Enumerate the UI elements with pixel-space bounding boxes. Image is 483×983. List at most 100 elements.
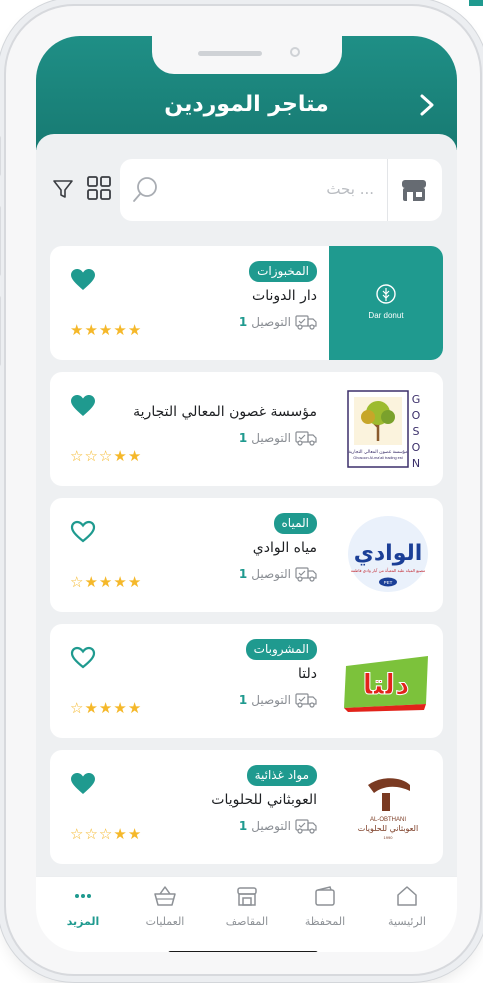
- delivery-label: التوصيل: [251, 819, 291, 833]
- nav-item-operations[interactable]: العمليات: [125, 885, 205, 928]
- chevron-right-icon[interactable]: [415, 91, 439, 119]
- ghosoon-logo-letter: G: [412, 393, 421, 406]
- delivery-label: التوصيل: [251, 431, 291, 445]
- alwadi-logo-tagline: مصنع المياه علبة المعبأة من آبار وادي فا…: [351, 567, 425, 573]
- star-filled-icon: ★: [127, 825, 142, 843]
- heart-filled-icon[interactable]: [70, 268, 96, 292]
- sweets-logo: AL-OBTHANI العوبثاني للحلويات 1990: [358, 778, 418, 840]
- al-obthani-logo-text-ar: العوبثاني للحلويات: [358, 824, 418, 833]
- heart-outline-icon[interactable]: [70, 520, 96, 544]
- ghosoon-logo-caption: مؤسسة غصون المعالي التجارية: [348, 450, 408, 455]
- delivery-count: 1: [238, 431, 248, 445]
- wheat-icon: Dar donut: [368, 284, 404, 320]
- star-empty-icon: ☆: [70, 825, 84, 843]
- star-empty-icon: ☆: [84, 447, 98, 465]
- star-empty-icon: ☆: [70, 699, 84, 717]
- nav-label: الرئيسية: [388, 915, 426, 928]
- star-filled-icon: ★: [84, 699, 98, 717]
- delivery-info: التوصيل 1: [117, 818, 317, 834]
- alwadi-logo-sub: PET: [384, 580, 393, 585]
- delta-logo: دلتا: [329, 624, 443, 738]
- search-input[interactable]: بحث ...: [326, 180, 374, 198]
- ghosoon-logo: مؤسسة غصون المعالي التجارية Ghosoon Al-m…: [329, 372, 443, 486]
- nav-item-more[interactable]: المزيد: [43, 885, 123, 928]
- supplier-card[interactable]: مؤسسة غصون المعالي التجارية Ghosoon Al-m…: [50, 372, 443, 486]
- nav-label: المزيد: [66, 915, 100, 928]
- wallet-icon: [315, 886, 335, 906]
- side-button: [0, 206, 1, 276]
- truck-icon: [295, 315, 317, 330]
- category-tag: المشروبات: [245, 639, 317, 660]
- star-empty-icon: ☆: [84, 825, 98, 843]
- star-empty-icon: ☆: [70, 573, 84, 591]
- search-divider: [387, 159, 388, 221]
- star-filled-icon: ★: [113, 573, 127, 591]
- top-accent-bar: [469, 0, 483, 6]
- ghosoon-logo-letter: N: [412, 457, 420, 470]
- app-header: متاجر الموردين: [36, 36, 457, 150]
- delivery-count: 1: [238, 315, 248, 329]
- search-icon[interactable]: [132, 175, 162, 205]
- supplier-card[interactable]: دلتا المشروبات دلتا التوصيل 1 ☆ ★ ★ ★ ★: [50, 624, 443, 738]
- truck-icon: [295, 819, 317, 834]
- alwadi-logo: الوادي مصنع المياه علبة المعبأة من آبار …: [329, 498, 443, 612]
- supplier-card[interactable]: Dar donut المخبوزات دار الدونات التوصيل …: [50, 246, 443, 360]
- star-filled-icon: ★: [113, 825, 127, 843]
- tree-logo: مؤسسة غصون المعالي التجارية Ghosoon Al-m…: [347, 390, 421, 470]
- speaker: [198, 51, 262, 56]
- star-filled-icon: ★: [98, 699, 113, 717]
- star-filled-icon: ★: [113, 321, 127, 339]
- supplier-info: مؤسسة غصون المعالي التجارية التوصيل 1: [117, 398, 317, 446]
- star-filled-icon: ★: [113, 447, 127, 465]
- home-indicator: [168, 951, 318, 952]
- star-empty-icon: ☆: [98, 825, 113, 843]
- basket-icon: [154, 886, 176, 906]
- star-filled-icon: ★: [98, 321, 113, 339]
- star-filled-icon: ★: [113, 699, 127, 717]
- nav-label: العمليات: [145, 915, 185, 928]
- search-bar[interactable]: بحث ...: [120, 159, 442, 221]
- heart-outline-icon[interactable]: [70, 646, 96, 670]
- filter-icon[interactable]: [52, 178, 74, 200]
- more-icon: [75, 894, 91, 898]
- store-icon[interactable]: [400, 177, 428, 203]
- phone-frame: متاجر الموردين بحث ... Dar donut المخبوز…: [0, 4, 482, 976]
- delivery-info: التوصيل 1: [117, 692, 317, 708]
- delivery-count: 1: [238, 819, 248, 833]
- delivery-label: التوصيل: [251, 693, 291, 707]
- nav-item-home[interactable]: الرئيسية: [367, 885, 447, 928]
- truck-icon: [295, 431, 317, 446]
- supplier-card[interactable]: AL-OBTHANI العوبثاني للحلويات 1990 مواد …: [50, 750, 443, 864]
- star-rating: ☆ ☆ ☆ ★ ★: [70, 449, 141, 464]
- side-button: [0, 136, 1, 176]
- supplier-info: المياه مياه الوادي التوصيل 1: [117, 512, 317, 582]
- category-tag: المخبوزات: [249, 261, 317, 282]
- truck-icon: [295, 693, 317, 708]
- supplier-name: دلتا: [298, 666, 317, 682]
- supplier-name: العوبثاني للحلويات: [211, 792, 317, 808]
- camera: [290, 47, 300, 57]
- al-obthani-logo: AL-OBTHANI العوبثاني للحلويات 1990: [329, 750, 443, 864]
- grid-view-icon[interactable]: [86, 175, 112, 201]
- water-logo: الوادي مصنع المياه علبة المعبأة من آبار …: [348, 516, 428, 592]
- dar-donut-logo: Dar donut: [329, 246, 443, 360]
- alwadi-logo-text: الوادي: [354, 541, 423, 566]
- nav-item-wallet[interactable]: المحفظة: [285, 885, 365, 928]
- heart-filled-icon[interactable]: [70, 772, 96, 796]
- category-tag: المياه: [273, 513, 317, 534]
- supplier-card[interactable]: الوادي مصنع المياه علبة المعبأة من آبار …: [50, 498, 443, 612]
- star-empty-icon: ☆: [70, 447, 84, 465]
- nav-item-canteens[interactable]: المقاصف: [207, 885, 287, 928]
- ghosoon-logo-letter: S: [413, 425, 420, 438]
- supplier-name: مؤسسة غصون المعالي التجارية: [133, 404, 317, 420]
- delivery-info: التوصيل 1: [117, 314, 317, 330]
- star-filled-icon: ★: [84, 573, 98, 591]
- delta-brand-logo: دلتا: [344, 656, 428, 712]
- supplier-name: دار الدونات: [252, 288, 317, 304]
- supplier-info: المخبوزات دار الدونات التوصيل 1: [117, 260, 317, 330]
- truck-icon: [295, 567, 317, 582]
- star-filled-icon: ★: [70, 321, 84, 339]
- heart-filled-icon[interactable]: [70, 394, 96, 418]
- nav-label: المحفظة: [304, 915, 346, 928]
- ghosoon-logo-letter: O: [412, 409, 421, 422]
